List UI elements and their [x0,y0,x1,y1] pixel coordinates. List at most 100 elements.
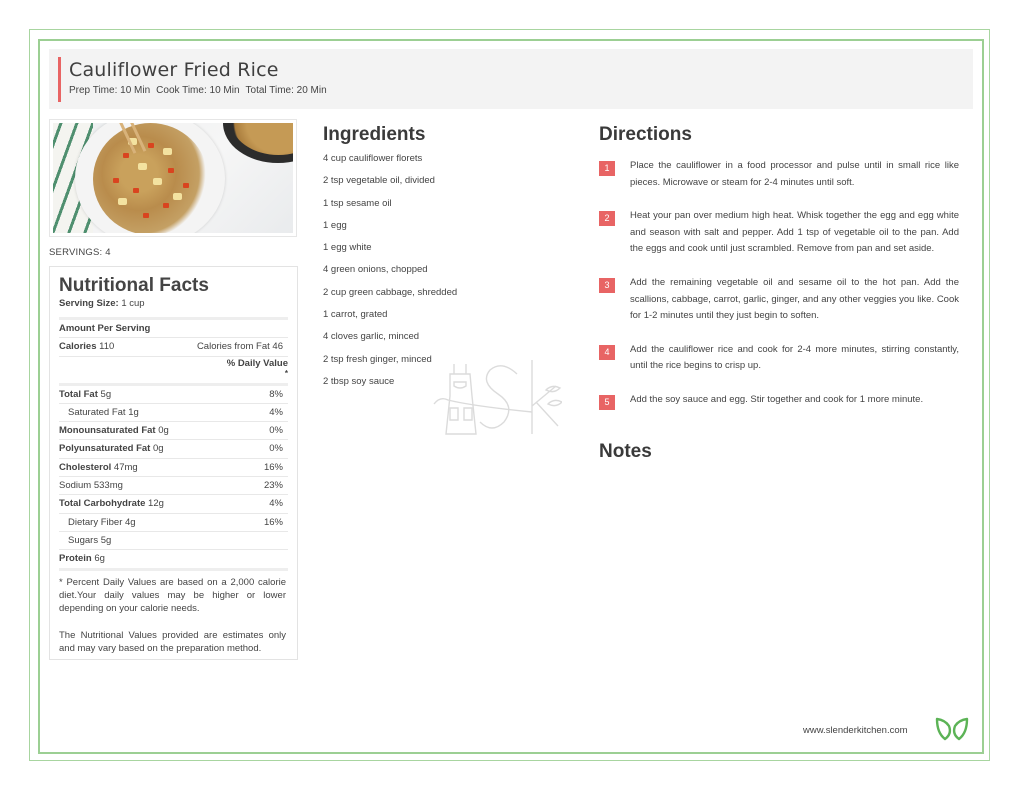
directions-section: Directions 1 Place the cauliflower in a f… [599,124,959,426]
nutrient-daily-value: 16% [263,461,283,473]
nutrient-name: Sugars [68,534,99,546]
nutrient-label: Saturated Fat 1g [59,404,139,421]
nutrient-daily-value: 0% [269,443,283,455]
nutrition-title: Nutritional Facts [59,275,209,296]
servings: SERVINGS: 4 [49,247,111,258]
fried-rice [93,123,208,233]
nutrient-label: Protein 6g [59,550,105,567]
nutrient-row: Dietary Fiber 4g 16% [59,514,288,532]
nutrient-amount: 1g [128,406,139,418]
daily-value-disclaimer: * Percent Daily Values are based on a 2,… [59,576,286,615]
calories: Calories 110 [59,338,114,355]
step-number-badge: 5 [599,394,615,410]
step-text: Add the soy sauce and egg. Stir together… [630,393,924,405]
nutrient-amount: 0g [152,443,164,455]
nutrient-row: Total Carbohydrate 12g 4% [59,495,288,514]
nutrient-name: Total Fat [59,388,98,400]
ingredient-item: 1 egg [323,219,347,231]
serving-size: Serving Size: 1 cup [59,298,288,320]
directions-title: Directions [599,124,692,145]
nutrient-amount: 6g [94,553,105,565]
direction-step: 5 Add the soy sauce and egg. Stir togethe… [599,392,959,410]
step-number-badge: 2 [599,211,615,227]
nutrient-row: Cholesterol 47mg 16% [59,459,288,478]
prep-time: Prep Time: 10 Min [69,85,151,96]
nutrient-name: Sodium [59,480,92,492]
sk-watermark-logo [433,360,562,435]
nutrient-name: Protein [59,553,92,565]
estimate-disclaimer: The Nutritional Values provided are esti… [59,629,286,655]
nutrient-label: Sodium 533mg [59,477,123,494]
step-text: Add the remaining vegetable oil and sesa… [630,276,959,322]
recipe-title: Cauliflower Fried Rice [69,59,279,81]
calories-from-fat: Calories from Fat 46 [196,341,283,353]
ingredient-item: 1 egg white [323,242,372,254]
nutrient-amount: 5g [100,388,112,400]
daily-value-star: * [284,368,288,378]
nutrient-rows: Total Fat 5g 8% Saturated Fat 1g 4% Monounsa… [59,386,288,571]
nutrition-disclaimer: * Percent Daily Values are based on a 2,… [59,576,288,656]
ingredient-item: 4 cloves garlic, minced [323,331,420,343]
ingredient-item: 4 cup cauliflower florets [323,153,423,164]
nutrient-name: Saturated Fat [68,406,126,418]
leaf-logo-icon [935,717,969,741]
serving-size-value: 1 cup [121,298,145,309]
notes-title: Notes [599,441,652,462]
title-accent-bar [58,57,61,102]
notes-section: Notes [599,441,652,463]
step-number-badge: 1 [599,161,615,176]
nutrient-label: Total Fat 5g [59,386,111,403]
nutrient-daily-value: 0% [269,425,283,437]
nutrient-label: Total Carbohydrate 12g [59,495,164,512]
amount-per-serving-label: Amount Per Serving [59,323,151,334]
direction-step: 2 Heat your pan over medium high heat. Wh… [599,208,959,258]
step-number-badge: 3 [599,277,615,293]
nutrient-row: Saturated Fat 1g 4% [59,404,288,423]
step-text: Place the cauliflower in a food processo… [630,160,959,188]
nutrient-name: Cholesterol [59,461,112,473]
nutrient-label: Sugars 5g [59,532,111,549]
nutrition-facts-panel: Nutritional Facts Serving Size: 1 cup Am… [49,266,298,660]
nutrient-name: Polyunsaturated Fat [59,443,151,455]
calories-value: 110 [99,341,115,353]
nutrient-name: Monounsaturated Fat [59,425,156,437]
nutrient-amount: 533mg [93,480,123,492]
daily-value-label: % Daily Value * [226,357,288,378]
website-url[interactable]: www.slenderkitchen.com [803,725,908,736]
nutrient-daily-value: 16% [263,516,283,528]
nutrient-amount: 12g [148,498,164,510]
direction-step: 4 Add the cauliflower rice and cook for 2… [599,342,959,375]
nutrient-row: Sugars 5g [59,532,288,551]
direction-step: 1 Place the cauliflower in a food process… [599,158,959,191]
amount-per-serving: Amount Per Serving [59,320,288,339]
daily-value-header: % Daily Value * [59,357,288,386]
step-text: Heat your pan over medium high heat. Whi… [630,210,959,255]
calories-label: Calories [59,341,97,353]
nutrient-row: Sodium 533mg 23% [59,477,288,496]
nutrient-daily-value: 4% [269,498,283,510]
nutrient-daily-value: 8% [269,388,283,400]
recipe-photo-image [53,123,293,233]
recipe-times: Prep Time: 10 Min Cook Time: 10 Min Total … [69,85,333,96]
total-time: Total Time: 20 Min [245,85,327,96]
daily-value-text: % Daily Value [226,357,288,369]
nutrient-amount: 5g [100,534,112,546]
ingredient-item: 1 tsp sesame oil [323,197,392,209]
nutrient-daily-value: 4% [269,406,283,418]
directions-list: 1 Place the cauliflower in a food process… [599,158,959,410]
ingredient-item: 2 cup green cabbage, shredded [323,286,458,298]
ingredient-item: 2 tsp vegetable oil, divided [323,175,435,187]
nutrient-label: Polyunsaturated Fat 0g [59,440,164,457]
nutrient-row: Polyunsaturated Fat 0g 0% [59,440,288,459]
serving-size-label: Serving Size: [59,298,119,309]
nutrient-amount: 47mg [113,461,138,473]
nutrient-amount: 0g [158,425,169,437]
calories-row: Calories 110 Calories from Fat 46 [59,338,288,357]
nutrient-name: Dietary Fiber [68,516,123,528]
ingredient-item: 4 green onions, chopped [323,264,428,276]
nutrient-daily-value: 23% [263,480,283,492]
ingredients-title: Ingredients [323,124,426,145]
nutrient-row: Protein 6g [59,550,288,571]
recipe-header: Cauliflower Fried Rice Prep Time: 10 Min… [49,49,973,109]
step-number-badge: 4 [599,344,615,360]
